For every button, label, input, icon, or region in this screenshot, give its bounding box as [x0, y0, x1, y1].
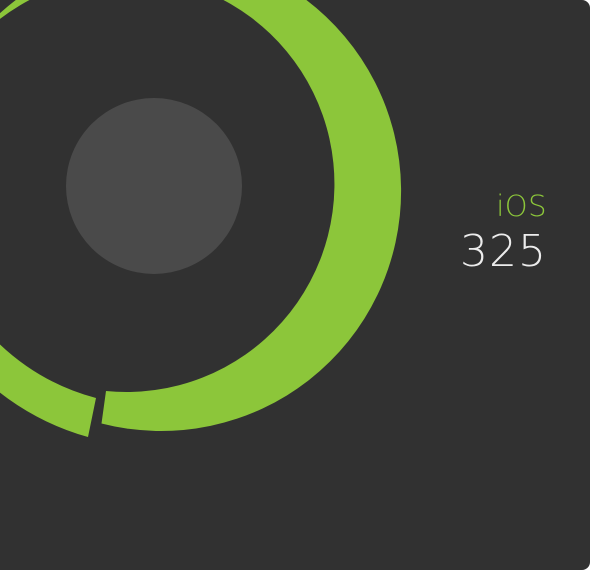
- metric-value: 325: [460, 226, 547, 277]
- donut-ring: [0, 0, 402, 437]
- metric-label: iOS: [496, 189, 547, 223]
- ring-segment-minor: [0, 344, 96, 437]
- metric-block: iOS 325: [460, 188, 547, 278]
- center-circle: [66, 98, 242, 274]
- stat-card: iOS 325: [0, 0, 590, 570]
